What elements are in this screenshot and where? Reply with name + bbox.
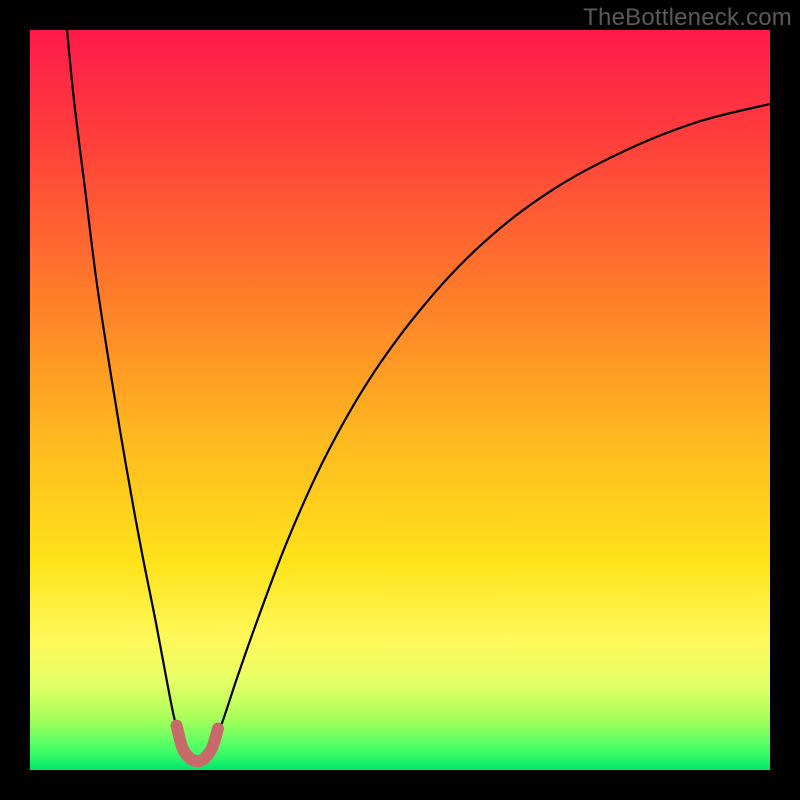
chart-frame bbox=[30, 30, 770, 770]
watermark-text: TheBottleneck.com bbox=[583, 4, 792, 32]
chart-background bbox=[30, 30, 770, 770]
bottleneck-chart bbox=[30, 30, 770, 770]
